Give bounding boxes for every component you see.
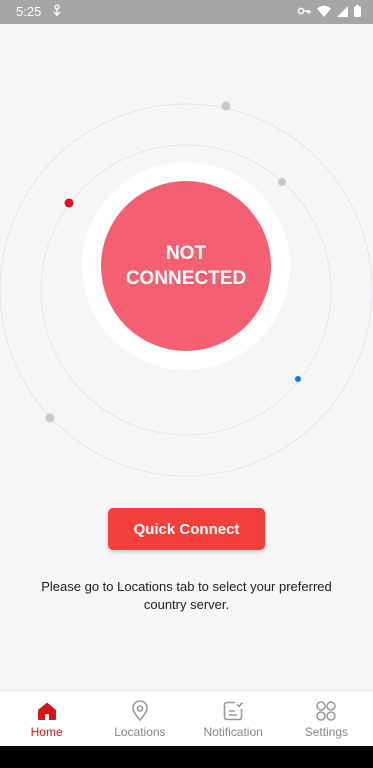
location-pin-icon: [132, 700, 148, 722]
orbit-dot-blue: [295, 376, 301, 382]
nav-label-settings: Settings: [304, 725, 349, 739]
status-icons: [297, 5, 361, 17]
wifi-icon: [317, 5, 331, 17]
system-gesture-bar: [0, 746, 373, 768]
status-bar: 5:25: [0, 0, 373, 24]
nav-item-notification[interactable]: Notification: [187, 691, 280, 747]
status-line-1: NOT: [165, 243, 207, 264]
connection-status-button[interactable]: NOT CONNECTED: [101, 181, 271, 351]
battery-icon: [354, 5, 361, 17]
bottom-navigation: Home Locations Notification Settings: [0, 690, 373, 747]
orbit-dot-gray-left: [45, 413, 55, 423]
location-hint-text: Please go to Locations tab to select you…: [41, 579, 332, 612]
settings-grid-icon: [316, 701, 337, 721]
orbit-dot-red: [64, 198, 74, 208]
vpn-key-icon: [297, 7, 311, 15]
nav-label-notification: Notification: [203, 725, 263, 739]
home-screen: 5:25 NOT CONNECTED Quick Connect Please …: [0, 0, 373, 768]
status-time: 5:25: [16, 4, 42, 19]
nav-label-locations: Locations: [114, 725, 166, 739]
home-icon: [37, 702, 56, 720]
status-line-2: CONNECTED: [125, 268, 247, 289]
nav-item-locations[interactable]: Locations: [93, 691, 186, 747]
cell-signal-icon: [337, 5, 348, 17]
usb-debug-icon: [53, 4, 61, 16]
orbit-dot-gray-right: [278, 178, 286, 186]
nav-label-home: Home: [30, 725, 63, 739]
quick-connect-button[interactable]: Quick Connect: [108, 508, 265, 550]
notification-icon: [223, 701, 244, 721]
nav-item-settings[interactable]: Settings: [280, 691, 373, 747]
orbit-dot-gray-top: [221, 101, 231, 111]
nav-item-home[interactable]: Home: [0, 691, 93, 747]
